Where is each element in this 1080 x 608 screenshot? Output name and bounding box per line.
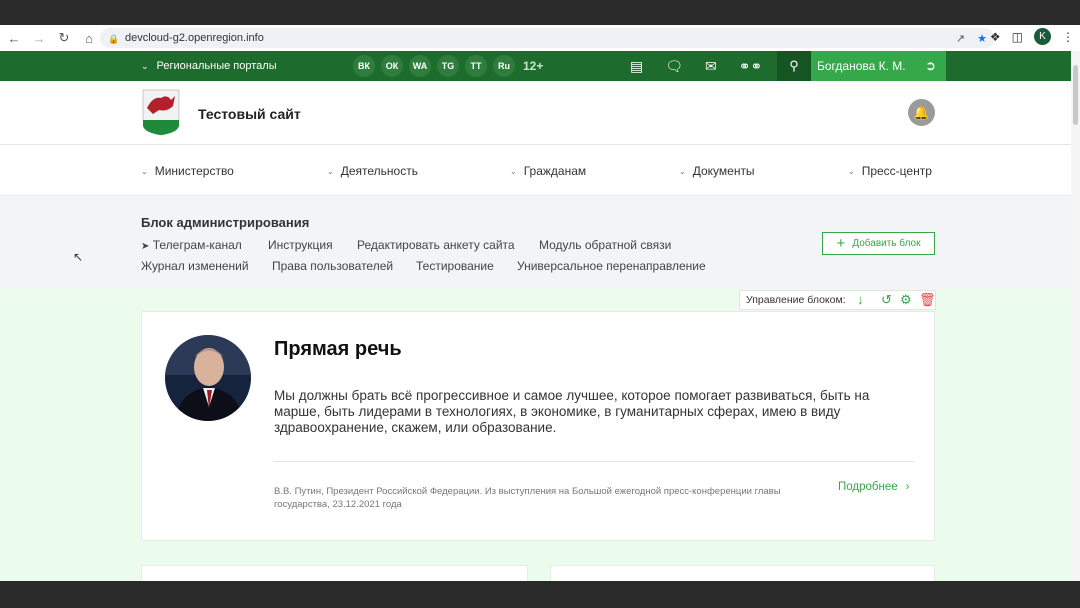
screen-bottom-bar — [0, 581, 1080, 608]
vk-icon[interactable]: ВК — [353, 55, 375, 77]
tiktok-icon[interactable]: TT — [465, 55, 487, 77]
nav-item-label: Пресс-центр — [861, 164, 932, 178]
chevron-down-icon: ⌄ — [848, 166, 855, 176]
admin-link-changelog[interactable]: Журнал изменений — [141, 259, 249, 273]
url-text: devcloud-g2.openregion.info — [125, 32, 264, 44]
whatsapp-icon[interactable]: WA — [409, 55, 431, 77]
mouse-cursor-icon: ↖ — [73, 250, 84, 264]
chevron-down-icon: ⌄ — [679, 166, 686, 176]
admin-link-testing[interactable]: Тестирование — [416, 259, 494, 273]
mail-icon[interactable]: ✉ — [705, 58, 717, 75]
nav-item-citizens[interactable]: ⌄ Гражданам — [510, 164, 586, 178]
regional-portals-label: Региональные порталы — [156, 60, 277, 72]
speaker-photo — [165, 335, 251, 421]
nav-item-documents[interactable]: ⌄ Документы — [679, 164, 755, 178]
nav-item-label: Деятельность — [340, 164, 418, 178]
read-more-link[interactable]: Подробнее › — [838, 481, 909, 493]
admin-block: Блок администрирования ➤ Телеграм-канал … — [0, 197, 1071, 289]
nav-item-press-center[interactable]: ⌄ Пресс-центр — [848, 164, 932, 178]
chevron-down-icon: ⌄ — [141, 60, 149, 71]
quote-source: В.В. Путин, Президент Российской Федерац… — [274, 486, 781, 510]
browser-toolbar: ← → ↻ ⌂ 🔒 devcloud-g2.openregion.info ↗ … — [0, 25, 1080, 51]
site-title[interactable]: Тестовый сайт — [198, 106, 301, 122]
block-manager: Управление блоком: ↓ ↺ ⚙ 🗑 — [739, 290, 936, 310]
top-tools: ▤ 🗨 ✉ ⚭⚭ — [630, 51, 762, 81]
extensions-area: ❖ ◫ K ⋮ — [990, 28, 1074, 45]
divider — [274, 461, 914, 462]
add-block-label: Добавить блок — [852, 238, 921, 249]
content-area: Управление блоком: ↓ ↺ ⚙ 🗑 Прямая речь М… — [0, 289, 1071, 581]
accessibility-glasses-icon[interactable]: ⚭⚭ — [739, 58, 762, 75]
share-icon[interactable]: ↗ — [956, 32, 965, 45]
lock-icon: 🔒 — [108, 33, 120, 44]
page-viewport: ⌄ Региональные порталы ВК ОК WA TG TT Ru… — [0, 51, 1080, 581]
rutube-icon[interactable]: Ru — [493, 55, 515, 77]
browser-menu-icon[interactable]: ⋮ — [1062, 30, 1074, 44]
admin-link-user-rights[interactable]: Права пользователей — [272, 259, 393, 273]
page-scrollbar[interactable] — [1071, 51, 1080, 581]
reload-icon[interactable]: ↻ — [53, 27, 75, 49]
screen-top-bar — [0, 0, 1080, 25]
chevron-down-icon: ⌄ — [327, 166, 334, 176]
admin-block-title: Блок администрирования — [141, 215, 310, 230]
quote-card: Прямая речь Мы должны брать всё прогресс… — [141, 311, 935, 541]
extensions-puzzle-icon[interactable]: ❖ — [990, 30, 1001, 44]
odnoklassniki-icon[interactable]: ОК — [381, 55, 403, 77]
map-icon[interactable]: ▤ — [630, 58, 643, 75]
user-name: Богданова К. М. — [817, 59, 906, 73]
main-navigation: ⌄ Министерство ⌄ Деятельность ⌄ Граждана… — [0, 146, 1071, 196]
chat-icon[interactable]: 🗨 — [665, 58, 683, 75]
top-green-bar: ⌄ Региональные порталы ВК ОК WA TG TT Ru… — [0, 51, 1071, 81]
plus-icon: + — [836, 235, 846, 252]
admin-link-feedback-module[interactable]: Модуль обратной связи — [539, 238, 671, 252]
admin-link-universal-redirect[interactable]: Универсальное перенаправление — [517, 259, 706, 273]
site-logo[interactable] — [141, 88, 181, 136]
move-down-icon[interactable]: ↓ — [857, 292, 864, 307]
chevron-down-icon: ⌄ — [141, 166, 148, 176]
forward-icon[interactable]: → — [28, 27, 50, 49]
nav-item-ministry[interactable]: ⌄ Министерство — [141, 164, 234, 178]
address-bar[interactable]: 🔒 devcloud-g2.openregion.info ↗ ★ — [100, 28, 995, 48]
profile-avatar[interactable]: K — [1034, 28, 1051, 45]
user-account[interactable]: Богданова К. М. ➲ — [811, 51, 946, 81]
age-rating: 12+ — [523, 59, 544, 73]
read-more-label: Подробнее — [838, 481, 898, 493]
search-icon: ⚲ — [789, 58, 799, 73]
history-icon[interactable]: ↺ — [881, 292, 892, 308]
chevron-right-icon: › — [905, 481, 910, 493]
nav-item-activity[interactable]: ⌄ Деятельность — [327, 164, 418, 178]
delete-trash-icon[interactable]: 🗑 — [919, 292, 936, 308]
search-button[interactable]: ⚲ — [777, 51, 811, 81]
add-block-button[interactable]: + Добавить блок — [822, 232, 935, 255]
scrollbar-thumb[interactable] — [1073, 65, 1078, 125]
site-header: Тестовый сайт 🔔 — [0, 81, 1071, 145]
admin-link-label: Телеграм-канал — [152, 238, 242, 252]
side-panel-icon[interactable]: ◫ — [1012, 30, 1023, 44]
nav-item-label: Гражданам — [523, 164, 587, 178]
quote-title: Прямая речь — [274, 338, 402, 360]
chevron-down-icon: ⌄ — [510, 166, 517, 176]
logout-icon[interactable]: ➲ — [925, 58, 936, 74]
back-icon[interactable]: ← — [3, 27, 25, 49]
block-manager-label: Управление блоком: — [746, 294, 846, 306]
telegram-icon[interactable]: TG — [437, 55, 459, 77]
home-icon[interactable]: ⌂ — [78, 27, 100, 49]
admin-link-instruction[interactable]: Инструкция — [268, 238, 333, 252]
regional-portals-dropdown[interactable]: ⌄ Региональные порталы — [141, 51, 277, 81]
content-card-right — [550, 565, 935, 581]
quote-text: Мы должны брать всё прогрессивное и само… — [274, 388, 870, 435]
notifications-bell-icon[interactable]: 🔔 — [908, 99, 935, 126]
content-card-left — [141, 565, 528, 581]
telegram-icon: ➤ — [141, 241, 150, 252]
admin-link-edit-profile[interactable]: Редактировать анкету сайта — [357, 238, 515, 252]
admin-link-telegram[interactable]: ➤ Телеграм-канал — [141, 238, 242, 252]
settings-gear-icon[interactable]: ⚙ — [900, 292, 912, 308]
nav-item-label: Документы — [692, 164, 755, 178]
social-links: ВК ОК WA TG TT Ru — [353, 55, 515, 77]
nav-item-label: Министерство — [154, 164, 234, 178]
bookmark-star-icon[interactable]: ★ — [977, 32, 987, 45]
